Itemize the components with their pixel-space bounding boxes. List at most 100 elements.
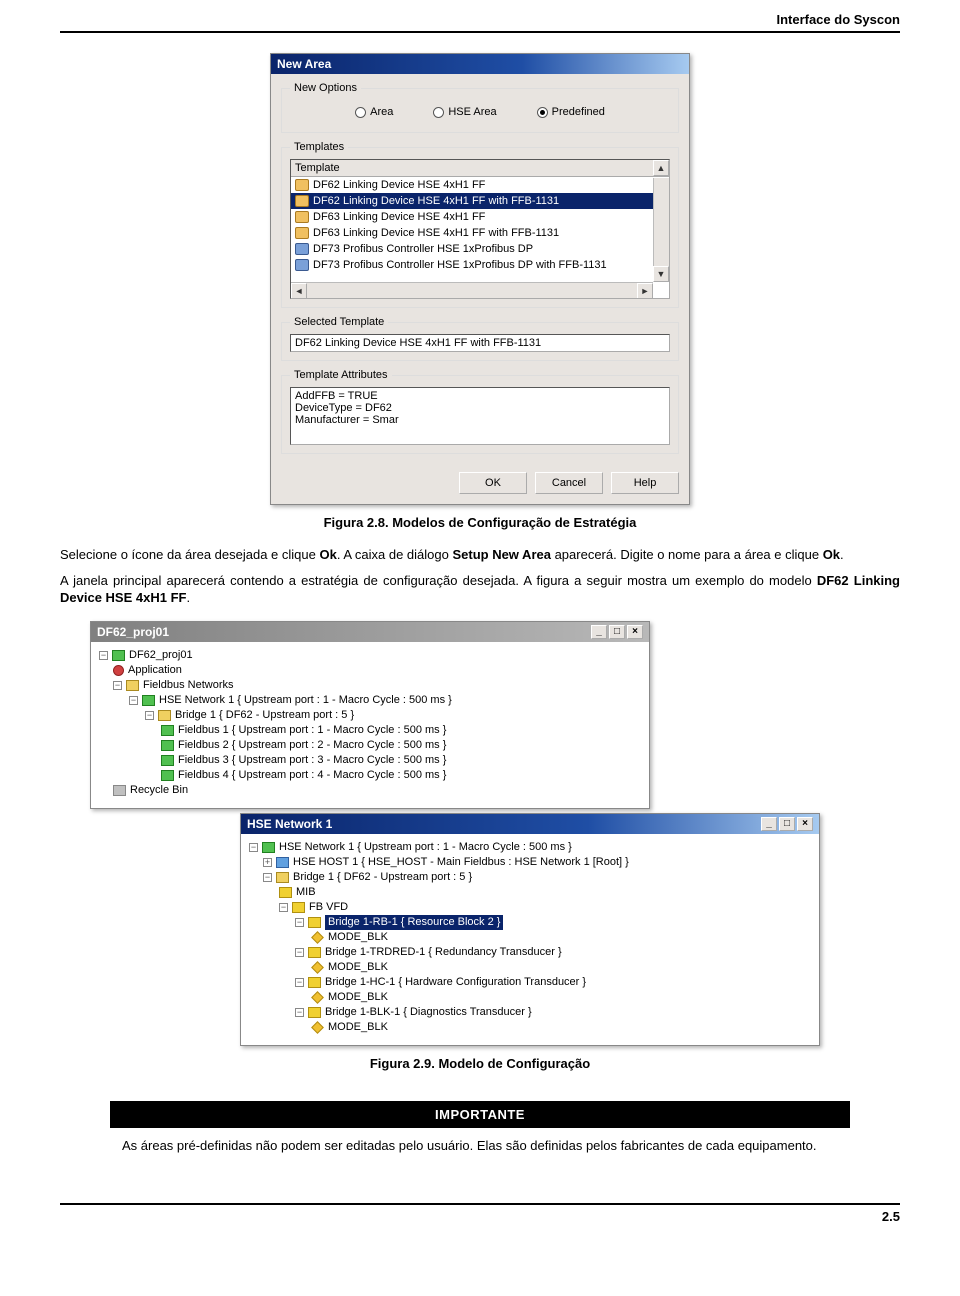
dialog-body: New Options Area HSE Area Predefined Tem… — [271, 74, 689, 468]
scrollbar-vertical[interactable] — [653, 178, 669, 280]
tree-label: Bridge 1-BLK-1 { Diagnostics Transducer … — [325, 1005, 532, 1020]
selected-template-group: Selected Template DF62 Linking Device HS… — [281, 316, 679, 361]
scrollbar-horizontal[interactable]: ◄ ► — [291, 282, 653, 298]
tree-node-bridge2[interactable]: −Bridge 1 { DF62 - Upstream port : 5 } — [249, 870, 811, 885]
scroll-down-button[interactable]: ▼ — [653, 266, 669, 282]
figure-caption-2: Figura 2.9. Modelo de Configuração — [60, 1056, 900, 1071]
tree-node-mode2[interactable]: MODE_BLK — [249, 960, 811, 975]
tree-node-fb3[interactable]: Fieldbus 3 { Upstream port : 3 - Macro C… — [99, 753, 641, 768]
tree-label: FB VFD — [309, 900, 348, 915]
template-item-label: DF62 Linking Device HSE 4xH1 FF — [313, 177, 485, 193]
tree-titlebar-1: DF62_proj01 _ □ × — [91, 622, 649, 642]
attribute-line: AddFFB = TRUE — [295, 390, 665, 402]
tree-node-fieldbus-networks[interactable]: −Fieldbus Networks — [99, 678, 641, 693]
paragraph-2: A janela principal aparecerá contendo a … — [60, 572, 900, 607]
radio-dot-icon — [433, 107, 444, 118]
radio-hse-label: HSE Area — [448, 106, 496, 118]
tree-body-2: −HSE Network 1 { Upstream port : 1 - Mac… — [241, 834, 819, 1045]
tree-label: MODE_BLK — [328, 1020, 388, 1035]
template-item-label: DF63 Linking Device HSE 4xH1 FF — [313, 209, 485, 225]
template-item-icon — [295, 211, 309, 223]
template-list-item[interactable]: DF73 Profibus Controller HSE 1xProfibus … — [291, 257, 669, 273]
tree-node-rb[interactable]: −Bridge 1-RB-1 { Resource Block 2 } — [249, 915, 811, 930]
template-list-item[interactable]: DF63 Linking Device HSE 4xH1 FF with FFB… — [291, 225, 669, 241]
radio-dot-icon — [355, 107, 366, 118]
selected-template-field[interactable]: DF62 Linking Device HSE 4xH1 FF with FFB… — [290, 334, 670, 352]
tree-titlebar-2: HSE Network 1 _ □ × — [241, 814, 819, 834]
tree-node-mib[interactable]: MIB — [249, 885, 811, 900]
text: A janela principal aparecerá contendo a … — [60, 573, 817, 588]
scroll-right-button[interactable]: ► — [637, 283, 653, 299]
cancel-button[interactable]: Cancel — [535, 472, 603, 494]
tree-node-fb2[interactable]: Fieldbus 2 { Upstream port : 2 - Macro C… — [99, 738, 641, 753]
tree-node-fb4[interactable]: Fieldbus 4 { Upstream port : 4 - Macro C… — [99, 768, 641, 783]
template-item-label: DF73 Profibus Controller HSE 1xProfibus … — [313, 257, 607, 273]
tree-node-mode3[interactable]: MODE_BLK — [249, 990, 811, 1005]
minimize-button[interactable]: _ — [591, 625, 607, 639]
template-list-item[interactable]: DF63 Linking Device HSE 4xH1 FF — [291, 209, 669, 225]
tree-node-hse[interactable]: −HSE Network 1 { Upstream port : 1 - Mac… — [99, 693, 641, 708]
window-controls: _ □ × — [591, 625, 643, 639]
tree-label: HSE Network 1 { Upstream port : 1 - Macr… — [279, 840, 572, 855]
template-list-item[interactable]: DF62 Linking Device HSE 4xH1 FF with FFB… — [291, 193, 669, 209]
tree-label: Fieldbus Networks — [143, 678, 233, 693]
template-listview[interactable]: Template DF62 Linking Device HSE 4xH1 FF… — [290, 159, 670, 299]
maximize-button[interactable]: □ — [609, 625, 625, 639]
help-button[interactable]: Help — [611, 472, 679, 494]
maximize-button[interactable]: □ — [779, 817, 795, 831]
text-bold: Ok — [823, 547, 840, 562]
attribute-line: DeviceType = DF62 — [295, 402, 665, 414]
close-button[interactable]: × — [627, 625, 643, 639]
template-attributes-group: Template Attributes AddFFB = TRUEDeviceT… — [281, 369, 679, 454]
tree-body-1: −DF62_proj01 Application −Fieldbus Netwo… — [91, 642, 649, 808]
template-item-label: DF73 Profibus Controller HSE 1xProfibus … — [313, 241, 533, 257]
radio-area-label: Area — [370, 106, 393, 118]
tree-node-fb1[interactable]: Fieldbus 1 { Upstream port : 1 - Macro C… — [99, 723, 641, 738]
template-item-label: DF63 Linking Device HSE 4xH1 FF with FFB… — [313, 225, 559, 241]
scroll-left-button[interactable]: ◄ — [291, 283, 307, 299]
radio-predefined[interactable]: Predefined — [537, 106, 605, 118]
tree-title-text: HSE Network 1 — [247, 817, 332, 831]
tree-label: Recycle Bin — [130, 783, 188, 798]
tree-label: Bridge 1-TRDRED-1 { Redundancy Transduce… — [325, 945, 562, 960]
tree-node-bridge[interactable]: −Bridge 1 { DF62 - Upstream port : 5 } — [99, 708, 641, 723]
tree-node-blk[interactable]: −Bridge 1-BLK-1 { Diagnostics Transducer… — [249, 1005, 811, 1020]
page-header: Interface do Syscon — [60, 12, 900, 33]
ok-button[interactable]: OK — [459, 472, 527, 494]
template-attributes-legend: Template Attributes — [290, 369, 392, 381]
template-list-item[interactable]: DF73 Profibus Controller HSE 1xProfibus … — [291, 241, 669, 257]
important-body: As áreas pré-definidas não podem ser edi… — [110, 1128, 850, 1163]
template-item-icon — [295, 259, 309, 271]
tree-label: Bridge 1 { DF62 - Upstream port : 5 } — [175, 708, 354, 723]
tree-label: DF62_proj01 — [129, 648, 193, 663]
important-box: IMPORTANTE As áreas pré-definidas não po… — [110, 1101, 850, 1163]
tree-node-mode4[interactable]: MODE_BLK — [249, 1020, 811, 1035]
close-button[interactable]: × — [797, 817, 813, 831]
dialog-button-row: OK Cancel Help — [271, 468, 689, 504]
tree-node-fbvfd[interactable]: −FB VFD — [249, 900, 811, 915]
tree-node-hc[interactable]: −Bridge 1-HC-1 { Hardware Configuration … — [249, 975, 811, 990]
radio-hse[interactable]: HSE Area — [433, 106, 496, 118]
tree-label-selected: Bridge 1-RB-1 { Resource Block 2 } — [325, 915, 503, 930]
radio-dot-icon — [537, 107, 548, 118]
new-options-group: New Options Area HSE Area Predefined — [281, 82, 679, 133]
tree-node-mode1[interactable]: MODE_BLK — [249, 930, 811, 945]
listview-header[interactable]: Template — [291, 160, 669, 177]
minimize-button[interactable]: _ — [761, 817, 777, 831]
radio-predef-label: Predefined — [552, 106, 605, 118]
tree-label: MODE_BLK — [328, 960, 388, 975]
tree-label: Fieldbus 1 { Upstream port : 1 - Macro C… — [178, 723, 446, 738]
selected-template-legend: Selected Template — [290, 316, 388, 328]
tree-node-root[interactable]: −DF62_proj01 — [99, 648, 641, 663]
tree-node-recycle[interactable]: Recycle Bin — [99, 783, 641, 798]
scroll-up-button[interactable]: ▲ — [653, 160, 669, 176]
radio-area[interactable]: Area — [355, 106, 393, 118]
tree-node-application[interactable]: Application — [99, 663, 641, 678]
template-list-item[interactable]: DF62 Linking Device HSE 4xH1 FF — [291, 177, 669, 193]
tree-node-hse2[interactable]: −HSE Network 1 { Upstream port : 1 - Mac… — [249, 840, 811, 855]
tree-node-host[interactable]: +HSE HOST 1 { HSE_HOST - Main Fieldbus :… — [249, 855, 811, 870]
tree-node-trd[interactable]: −Bridge 1-TRDRED-1 { Redundancy Transduc… — [249, 945, 811, 960]
tree-label: Fieldbus 3 { Upstream port : 3 - Macro C… — [178, 753, 446, 768]
tree-title-text: DF62_proj01 — [97, 625, 169, 639]
template-item-label: DF62 Linking Device HSE 4xH1 FF with FFB… — [313, 193, 559, 209]
